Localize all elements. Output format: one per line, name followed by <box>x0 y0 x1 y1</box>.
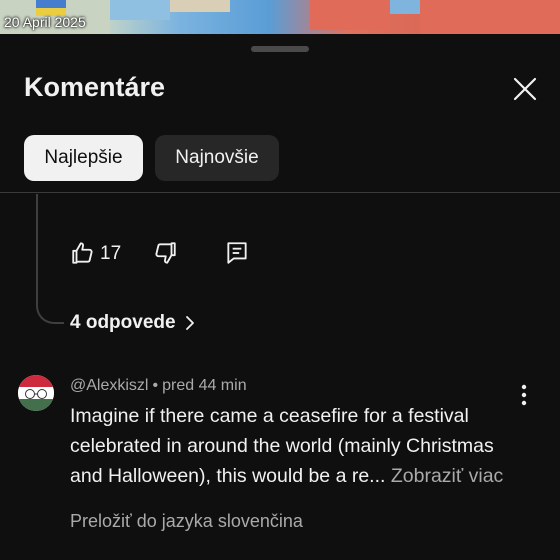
replies-label: 4 odpovede <box>70 312 176 333</box>
thumbs-up-icon <box>72 242 93 264</box>
sort-chip-newest[interactable]: Najnovšie <box>155 135 279 181</box>
comment-line-text: and Halloween), this would be a re... <box>70 465 386 487</box>
thread-connector <box>36 194 64 324</box>
reply-icon <box>227 242 247 264</box>
like-count: 17 <box>100 243 122 264</box>
like-button[interactable] <box>70 240 96 266</box>
comment-text: Imagine if there came a ceasefire for a … <box>70 401 540 491</box>
sort-chip-best[interactable]: Najlepšie <box>24 135 143 181</box>
comment-line: Imagine if there came a ceasefire for a … <box>70 405 469 427</box>
header-divider <box>0 192 560 193</box>
hungarian-flag-avatar-icon <box>18 375 54 411</box>
comment-author[interactable]: @Alexkiszl <box>70 377 148 394</box>
thumbs-down-icon <box>155 242 176 264</box>
comment-meta: @Alexkiszl • pred 44 min <box>70 377 247 395</box>
drag-handle[interactable] <box>251 46 309 52</box>
translate-link[interactable]: Preložiť do jazyka slovenčina <box>70 511 303 532</box>
dislike-button[interactable] <box>152 240 178 266</box>
sheet-title: Komentáre <box>24 72 166 102</box>
chevron-right-icon <box>185 316 194 330</box>
read-more-link[interactable]: Zobraziť viac <box>391 465 503 487</box>
avatar[interactable] <box>18 375 54 411</box>
comment-line: celebrated in around the world (mainly C… <box>70 435 494 457</box>
comment-time: pred 44 min <box>162 377 247 394</box>
video-map-thumbnail[interactable]: 20 April 2025 <box>0 0 560 34</box>
comment-line: and Halloween), this would be a re... Zo… <box>70 461 540 491</box>
close-button[interactable] <box>508 72 542 106</box>
reply-button[interactable] <box>224 240 250 266</box>
meta-separator: • <box>152 377 159 394</box>
replies-toggle[interactable]: 4 odpovede <box>70 310 196 336</box>
close-icon <box>513 77 537 101</box>
video-date-label: 20 April 2025 <box>4 14 86 30</box>
comments-sheet: Komentáre Najlepšie Najnovšie 17 4 odpov… <box>0 34 560 560</box>
